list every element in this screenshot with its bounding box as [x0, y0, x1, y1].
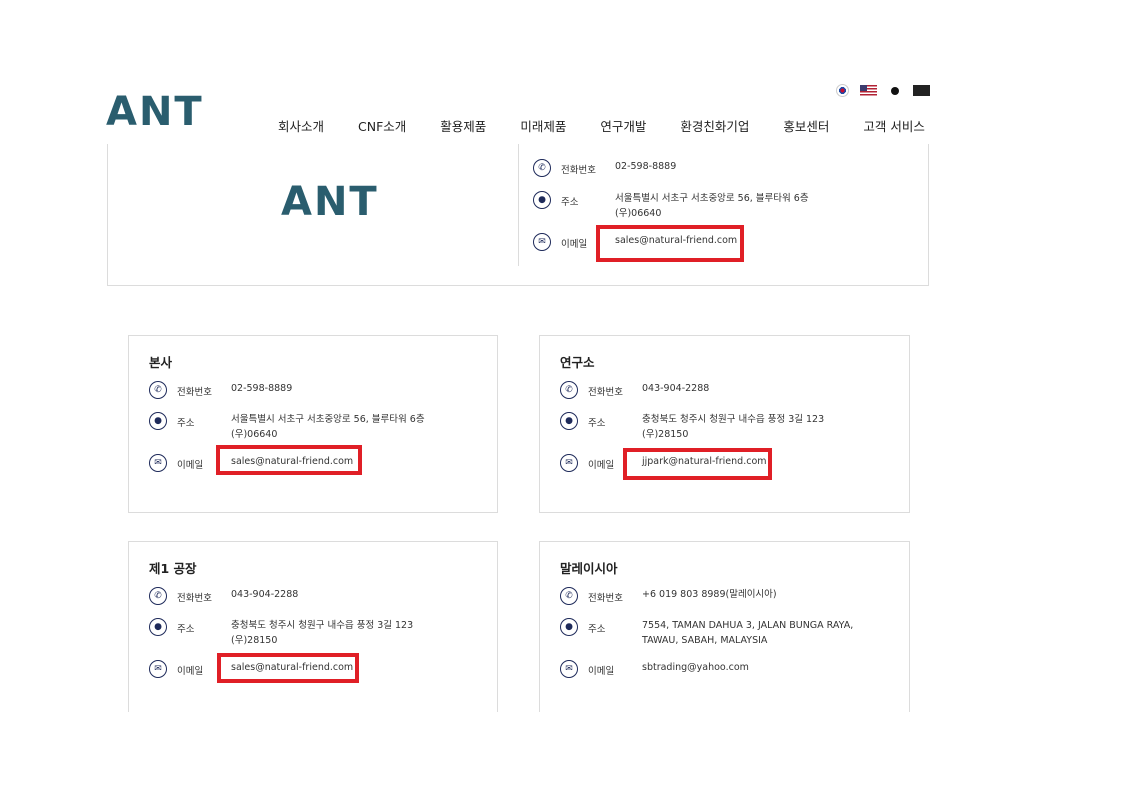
address-value: 충청북도 청주시 청원구 내수읍 풍정 3길 123 (우)28150	[642, 412, 824, 442]
address-line2: TAWAU, SABAH, MALAYSIA	[642, 635, 768, 646]
email-icon: ✉	[149, 454, 167, 472]
site-logo[interactable]: ANT	[106, 88, 204, 136]
address-line1: 7554, TAMAN DAHUA 3, JALAN BUNGA RAYA,	[642, 620, 854, 631]
card-title: 말레이시아	[560, 561, 618, 576]
phone-label: 전화번호	[177, 387, 212, 398]
address-row: ● 주소 충청북도 청주시 청원구 내수읍 풍정 3길 123 (우)28150	[149, 618, 413, 648]
phone-value: 043-904-2288	[231, 589, 299, 600]
phone-icon: ✆	[533, 159, 551, 177]
nav-products[interactable]: 활용제품	[440, 116, 486, 135]
location-pin-icon: ●	[149, 412, 167, 430]
email-label: 이메일	[177, 460, 204, 471]
address-label: 주소	[588, 418, 606, 429]
location-pin-icon: ●	[533, 191, 551, 209]
language-selector	[836, 84, 930, 97]
email-icon: ✉	[149, 660, 167, 678]
card-title: 제1 공장	[149, 561, 197, 576]
nav-customer-service[interactable]: 고객 서비스	[863, 116, 924, 135]
address-value: 서울특별시 서초구 서초중앙로 56, 블루타워 6층 (우)06640	[615, 191, 809, 221]
phone-row: ✆ 전화번호 +6 019 803 8989(말레이시아)	[560, 587, 777, 605]
email-link[interactable]: sbtrading@yahoo.com	[642, 660, 749, 675]
phone-icon: ✆	[560, 381, 578, 399]
address-line2: (우)06640	[231, 429, 278, 440]
phone-label: 전화번호	[588, 593, 623, 604]
highlight-box	[217, 653, 359, 683]
top-address-row: ● 주소 서울특별시 서초구 서초중앙로 56, 블루타워 6층 (우)0664…	[533, 191, 809, 221]
address-line1: 서울특별시 서초구 서초중앙로 56, 블루타워 6층	[615, 193, 809, 204]
address-label: 주소	[177, 418, 195, 429]
top-phone-row: ✆ 전화번호 02-598-8889	[533, 159, 677, 177]
address-line2: (우)28150	[642, 429, 689, 440]
nav-eco-company[interactable]: 환경친화기업	[680, 116, 749, 135]
korean-flag-icon[interactable]	[836, 84, 849, 97]
email-row: ✉ 이메일 sbtrading@yahoo.com	[560, 660, 749, 678]
highlight-box	[623, 448, 772, 480]
address-label: 주소	[588, 624, 606, 635]
japan-flag-icon[interactable]	[891, 86, 899, 95]
address-value: 서울특별시 서초구 서초중앙로 56, 블루타워 6층 (우)06640	[231, 412, 425, 442]
nav-pr-center[interactable]: 홍보센터	[783, 116, 829, 135]
address-line1: 충청북도 청주시 청원구 내수읍 풍정 3길 123	[231, 620, 414, 631]
phone-label: 전화번호	[561, 165, 596, 176]
info-divider	[518, 144, 519, 266]
phone-row: ✆ 전화번호 043-904-2288	[560, 381, 710, 399]
china-flag-icon[interactable]	[913, 85, 930, 96]
phone-row: ✆ 전화번호 02-598-8889	[149, 381, 293, 399]
email-icon: ✉	[533, 233, 551, 251]
address-value: 7554, TAMAN DAHUA 3, JALAN BUNGA RAYA, T…	[642, 618, 853, 648]
nav-research[interactable]: 연구개발	[600, 116, 646, 135]
office-card-headquarters: 본사 ✆ 전화번호 02-598-8889 ● 주소 서울특별시 서초구 서초중…	[128, 335, 498, 513]
address-row: ● 주소 서울특별시 서초구 서초중앙로 56, 블루타워 6층 (우)0664…	[149, 412, 425, 442]
phone-label: 전화번호	[177, 593, 212, 604]
phone-row: ✆ 전화번호 043-904-2288	[149, 587, 299, 605]
address-label: 주소	[177, 624, 195, 635]
card-title: 본사	[149, 355, 173, 370]
address-row: ● 주소 충청북도 청주시 청원구 내수읍 풍정 3길 123 (우)28150	[560, 412, 824, 442]
email-icon: ✉	[560, 454, 578, 472]
office-card-malaysia: 말레이시아 ✆ 전화번호 +6 019 803 8989(말레이시아) ● 주소…	[539, 541, 910, 712]
nav-cnf[interactable]: CNF소개	[358, 116, 406, 135]
phone-value: 02-598-8889	[615, 161, 677, 172]
email-label: 이메일	[177, 666, 204, 677]
phone-icon: ✆	[560, 587, 578, 605]
address-line1: 충청북도 청주시 청원구 내수읍 풍정 3길 123	[642, 414, 825, 425]
highlight-box	[216, 445, 362, 475]
nav-company[interactable]: 회사소개	[278, 116, 324, 135]
location-pin-icon: ●	[560, 618, 578, 636]
main-nav: 회사소개 CNF소개 활용제품 미래제품 연구개발 환경친화기업 홍보센터 고객…	[278, 116, 925, 135]
phone-value: 043-904-2288	[642, 383, 710, 394]
address-line2: (우)06640	[615, 208, 662, 219]
email-label: 이메일	[588, 666, 615, 677]
location-pin-icon: ●	[149, 618, 167, 636]
card-title: 연구소	[560, 355, 595, 370]
us-flag-icon[interactable]	[860, 85, 877, 96]
office-card-research-lab: 연구소 ✆ 전화번호 043-904-2288 ● 주소 충청북도 청주시 청원…	[539, 335, 910, 513]
email-icon: ✉	[560, 660, 578, 678]
company-logo: ANT	[281, 179, 379, 225]
address-line2: (우)28150	[231, 635, 278, 646]
phone-icon: ✆	[149, 381, 167, 399]
highlight-box	[596, 225, 744, 262]
phone-value: +6 019 803 8989(말레이시아)	[642, 589, 777, 600]
phone-value: 02-598-8889	[231, 383, 293, 394]
address-row: ● 주소 7554, TAMAN DAHUA 3, JALAN BUNGA RA…	[560, 618, 853, 648]
nav-future-products[interactable]: 미래제품	[520, 116, 566, 135]
location-pin-icon: ●	[560, 412, 578, 430]
address-label: 주소	[561, 197, 579, 208]
phone-icon: ✆	[149, 587, 167, 605]
phone-label: 전화번호	[588, 387, 623, 398]
address-line1: 서울특별시 서초구 서초중앙로 56, 블루타워 6층	[231, 414, 425, 425]
office-card-factory-1: 제1 공장 ✆ 전화번호 043-904-2288 ● 주소 충청북도 청주시 …	[128, 541, 498, 712]
address-value: 충청북도 청주시 청원구 내수읍 풍정 3길 123 (우)28150	[231, 618, 413, 648]
